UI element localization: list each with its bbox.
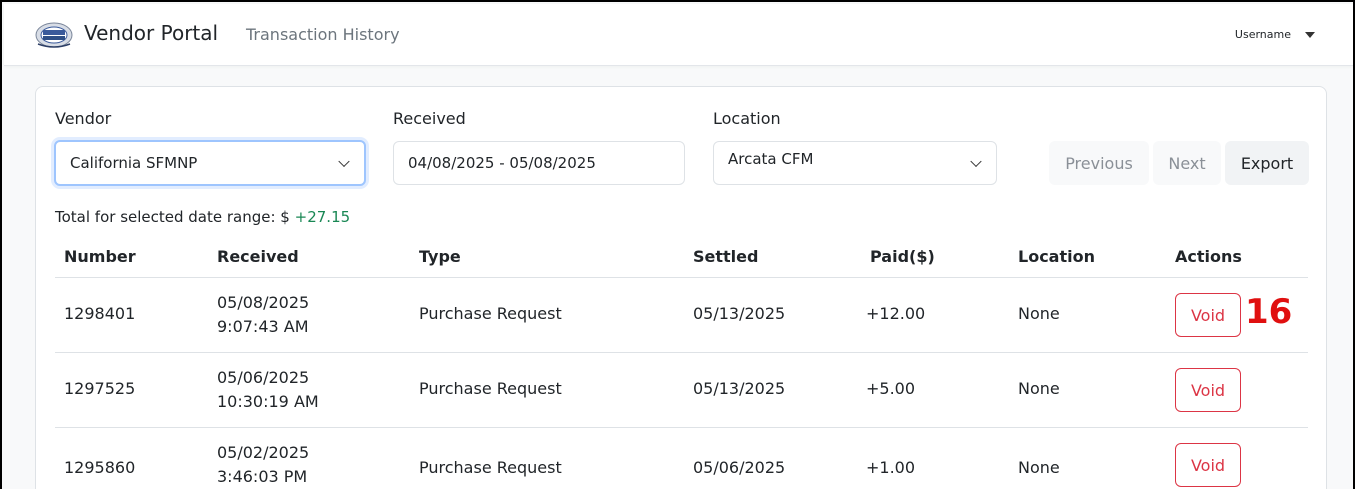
row-number: 1297525 xyxy=(64,379,136,398)
row-received: 05/06/2025 10:30:19 AM xyxy=(217,366,319,414)
user-menu-dropdown[interactable]: Username xyxy=(1235,28,1315,41)
chevron-down-icon xyxy=(970,155,982,168)
row-received-date: 05/08/2025 xyxy=(217,293,310,312)
wic-direct-logo xyxy=(35,22,73,48)
export-button[interactable]: Export xyxy=(1225,141,1309,185)
received-date-range-input[interactable]: 04/08/2025 - 05/08/2025 xyxy=(393,141,685,185)
row-settled: 05/06/2025 xyxy=(693,458,786,477)
row-settled: 05/13/2025 xyxy=(693,379,786,398)
row-number: 1298401 xyxy=(64,304,136,323)
row-type: Purchase Request xyxy=(419,379,562,398)
void-button[interactable]: Void xyxy=(1175,368,1241,412)
table-row: 1298401 05/08/2025 9:07:43 AM Purchase R… xyxy=(55,277,1308,352)
column-header-location: Location xyxy=(1018,247,1095,266)
vendor-select[interactable]: California SFMNP xyxy=(54,140,366,186)
void-button[interactable]: Void xyxy=(1175,443,1241,487)
row-location: None xyxy=(1018,379,1060,398)
table-row: 1295860 05/02/2025 3:46:03 PM Purchase R… xyxy=(55,427,1308,489)
row-received: 05/08/2025 9:07:43 AM xyxy=(217,291,309,339)
row-received-time: 10:30:19 AM xyxy=(217,392,319,411)
column-header-number: Number xyxy=(64,247,136,266)
row-location: None xyxy=(1018,304,1060,323)
row-type: Purchase Request xyxy=(419,458,562,477)
total-summary: Total for selected date range: $ +27.15 xyxy=(55,208,350,226)
row-paid: +5.00 xyxy=(866,379,916,398)
row-received: 05/02/2025 3:46:03 PM xyxy=(217,441,309,489)
row-location: None xyxy=(1018,458,1060,477)
row-received-date: 05/02/2025 xyxy=(217,443,310,462)
column-header-settled: Settled xyxy=(693,247,759,266)
row-number: 1295860 xyxy=(64,458,136,477)
top-navbar: Vendor Portal Transaction History Userna… xyxy=(4,4,1353,66)
previous-page-button[interactable]: Previous xyxy=(1049,141,1149,185)
location-select[interactable]: Arcata CFM xyxy=(713,141,997,185)
void-button[interactable]: Void xyxy=(1175,293,1241,337)
row-paid: +12.00 xyxy=(866,304,926,323)
column-header-type: Type xyxy=(419,247,461,266)
row-received-time: 9:07:43 AM xyxy=(217,317,309,336)
row-received-date: 05/06/2025 xyxy=(217,368,310,387)
annotation-label: 16 xyxy=(1245,292,1293,332)
next-page-button[interactable]: Next xyxy=(1153,141,1221,185)
column-header-actions: Actions xyxy=(1175,247,1242,266)
row-settled: 05/13/2025 xyxy=(693,304,786,323)
vendor-label: Vendor xyxy=(55,109,112,128)
caret-down-icon xyxy=(1305,31,1315,38)
location-label: Location xyxy=(713,109,781,128)
brand-title[interactable]: Vendor Portal xyxy=(84,21,218,45)
transaction-card: Vendor California SFMNP Received 04/08/2… xyxy=(35,86,1327,489)
vendor-select-value: California SFMNP xyxy=(70,154,198,172)
row-received-time: 3:46:03 PM xyxy=(217,467,308,486)
chevron-down-icon xyxy=(338,155,350,168)
column-header-paid: Paid($) xyxy=(870,247,935,266)
column-header-received: Received xyxy=(217,247,299,266)
table-row: 1297525 05/06/2025 10:30:19 AM Purchase … xyxy=(55,352,1308,427)
location-select-value: Arcata CFM xyxy=(728,150,814,168)
received-date-range-value: 04/08/2025 - 05/08/2025 xyxy=(408,154,596,172)
page-title: Transaction History xyxy=(246,25,400,44)
row-paid: +1.00 xyxy=(866,458,916,477)
total-label: Total for selected date range: $ xyxy=(55,208,290,226)
total-value: +27.15 xyxy=(294,208,351,226)
row-type: Purchase Request xyxy=(419,304,562,323)
app-frame: Vendor Portal Transaction History Userna… xyxy=(0,0,1355,489)
received-label: Received xyxy=(393,109,466,128)
username-label: Username xyxy=(1234,28,1291,41)
